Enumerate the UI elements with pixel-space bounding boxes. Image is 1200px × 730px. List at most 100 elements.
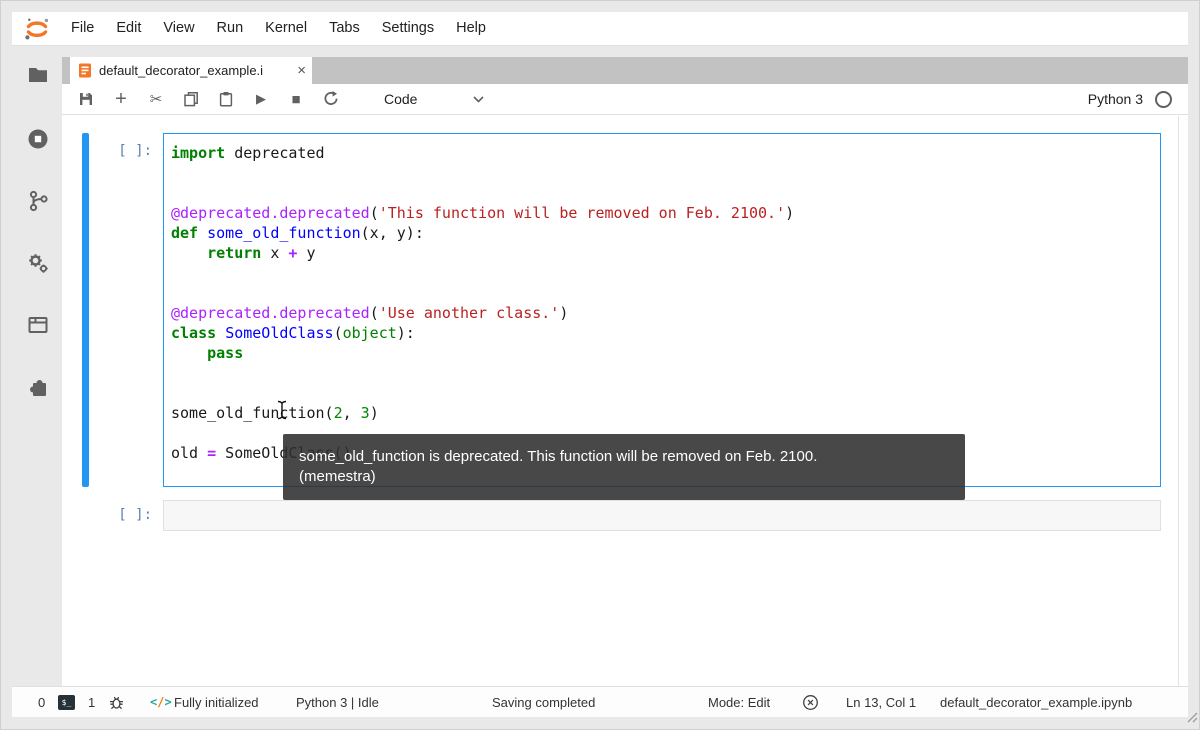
menu-file[interactable]: File (60, 12, 105, 45)
code-token: return (207, 244, 262, 262)
code-line[interactable] (171, 363, 1160, 383)
code-token: ( (333, 324, 343, 342)
notebook-tab[interactable]: default_decorator_example.i × (70, 57, 312, 84)
code-line[interactable] (171, 183, 1160, 203)
code-line[interactable]: @deprecated.deprecated('This function wi… (171, 203, 1160, 223)
kernel-name-label[interactable]: Python 3 (1088, 91, 1143, 107)
code-token: SomeOldClass (225, 324, 334, 342)
code-token: 'Use another class.' (378, 304, 560, 322)
deprecation-tooltip: some_old_function is deprecated. This fu… (283, 434, 965, 500)
code-token: def (171, 224, 199, 242)
kernel-status-idle-icon[interactable] (1155, 90, 1172, 108)
code-line[interactable]: class SomeOldClass(object): (171, 323, 1160, 343)
code-token: @deprecated.deprecated (171, 204, 370, 222)
empty-cell-input-prompt: [ ]: (118, 507, 152, 523)
resize-grip[interactable] (1183, 708, 1198, 728)
run-cell-button[interactable]: ▶ (249, 87, 273, 111)
lsp-code-icon[interactable]: < / > (150, 687, 172, 717)
git-icon[interactable] (25, 188, 51, 214)
menu-items: File Edit View Run Kernel Tabs Settings … (60, 12, 497, 45)
extensions-puzzle-icon[interactable] (25, 375, 51, 401)
settings-gears-icon[interactable] (25, 250, 51, 276)
menu-view[interactable]: View (152, 12, 205, 45)
code-token: y (297, 244, 316, 262)
paste-clipboard-icon (219, 92, 233, 107)
cut-cells-button[interactable]: ✂ (144, 87, 168, 111)
cursor-position[interactable]: Ln 13, Col 1 (846, 687, 916, 717)
code-token: class (171, 324, 217, 342)
text-cursor-icon (276, 400, 288, 425)
paste-cells-button[interactable] (214, 87, 238, 111)
tabs-window-icon[interactable] (25, 312, 51, 338)
menu-help[interactable]: Help (445, 12, 497, 45)
file-browser-folder-icon[interactable] (25, 62, 51, 88)
code-token: some_old_function (207, 224, 361, 242)
dock-tab-bar: default_decorator_example.i × (62, 57, 1188, 84)
code-line[interactable] (171, 383, 1160, 403)
copy-icon (184, 92, 198, 107)
mode-indicator[interactable]: Mode: Edit (708, 687, 770, 717)
code-line[interactable]: some_old_function(2, 3) (171, 403, 1160, 423)
code-token: 3 (360, 404, 370, 422)
jupyter-logo-icon (22, 15, 52, 43)
code-token: object (342, 324, 397, 342)
current-file-name: default_decorator_example.ipynb (940, 694, 1133, 710)
notifications-off-icon[interactable] (802, 687, 819, 717)
chevron-down-icon (473, 95, 484, 103)
code-line[interactable]: def some_old_function(x, y): (171, 223, 1160, 243)
tooltip-line-1: some_old_function is deprecated. This fu… (299, 448, 818, 465)
code-token: old (171, 444, 208, 462)
status-bar: 0 $_ 1 < / > Fully initialized Python 3 | … (12, 686, 1188, 717)
code-token: some_old_function( (171, 404, 334, 422)
cell-type-value: Code (384, 91, 418, 107)
code-line[interactable]: return x + y (171, 243, 1160, 263)
add-cell-button[interactable]: + (109, 87, 133, 111)
menu-settings[interactable]: Settings (371, 12, 445, 45)
tab-title: default_decorator_example.i (99, 63, 264, 78)
notebook-toolbar: + ✂ ▶ ■ Code Python 3 (62, 84, 1188, 115)
code-token: ) (559, 304, 569, 322)
jupyterlab-window: File Edit View Run Kernel Tabs Settings … (0, 0, 1200, 730)
code-token: , (342, 404, 361, 422)
kernel-status[interactable]: Python 3 | Idle (296, 687, 379, 717)
lsp-status[interactable]: Fully initialized (174, 687, 259, 717)
menu-tabs[interactable]: Tabs (318, 12, 371, 45)
save-button[interactable] (74, 87, 98, 111)
code-token: ): (396, 324, 415, 342)
interrupt-kernel-button[interactable]: ■ (284, 87, 308, 111)
code-token: 2 (333, 404, 343, 422)
save-floppy-icon (80, 93, 92, 105)
code-line[interactable] (171, 283, 1160, 303)
active-cell-collapser[interactable] (82, 133, 89, 487)
kernels-count[interactable]: 0 (38, 687, 45, 717)
code-line[interactable] (171, 163, 1160, 183)
menu-edit[interactable]: Edit (105, 12, 152, 45)
code-token: 'This function will be removed on Feb. 2… (378, 204, 786, 222)
running-kernels-icon[interactable] (25, 126, 51, 152)
code-line[interactable]: import deprecated (171, 143, 1160, 163)
menu-kernel[interactable]: Kernel (254, 12, 318, 45)
code-token: x (261, 244, 289, 262)
empty-code-cell-editor[interactable] (163, 500, 1161, 531)
cell-code: import deprecated @deprecated.deprecated… (171, 143, 1160, 463)
cell-type-select[interactable]: Code (384, 91, 484, 107)
copy-cells-button[interactable] (179, 87, 203, 111)
code-token: ( (369, 204, 379, 222)
debugger-bug-icon[interactable] (108, 687, 125, 717)
code-token: pass (207, 344, 244, 362)
menu-run[interactable]: Run (206, 12, 255, 45)
left-sidebar (12, 45, 62, 686)
restart-kernel-button[interactable] (319, 87, 343, 111)
terminal-icon[interactable]: $_ (58, 687, 75, 717)
terminals-count[interactable]: 1 (88, 687, 95, 717)
code-token: ( (369, 304, 379, 322)
code-line[interactable] (171, 263, 1160, 283)
code-line[interactable]: pass (171, 343, 1160, 363)
tab-close-icon[interactable]: × (297, 63, 306, 78)
code-line[interactable]: @deprecated.deprecated('Use another clas… (171, 303, 1160, 323)
code-token: @deprecated.deprecated (171, 304, 370, 322)
